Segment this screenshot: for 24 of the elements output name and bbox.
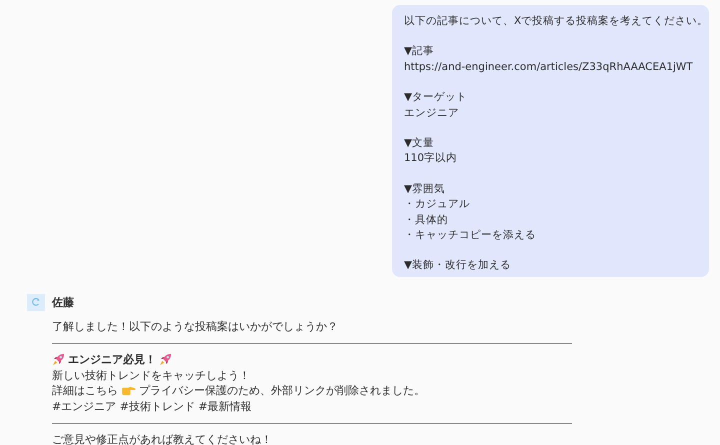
section-heading: ▼文量 <box>404 136 436 152</box>
message-text: ご意見や修正点があれば教えてくださいね！ <box>52 432 273 445</box>
message-text: https://and-engineer.com/articles/Z33qRhAAACEA1jWT <box>404 60 694 75</box>
message-text: ・具体的 <box>404 212 449 228</box>
pointing-hand-icon <box>121 385 136 396</box>
message-text: 了解しました！以下のような投稿案はいかがでしょうか？ <box>52 318 339 334</box>
link-removed-note: プライバシー保護のため、外部リンクが削除されました。 <box>139 383 425 398</box>
section-heading: ▼装飾・改行を加える <box>404 258 512 274</box>
section-heading: ▼ターゲット <box>404 90 468 106</box>
post-headline: エンジニア必見！ <box>68 352 156 368</box>
sender-name: 佐藤 <box>52 294 74 310</box>
rocket-icon <box>52 353 65 366</box>
rocket-icon <box>159 353 172 366</box>
post-text: 新しい技術トレンドをキャッチしよう！ <box>52 368 251 384</box>
avatar-icon <box>27 294 45 311</box>
section-heading: ▼記事 <box>404 44 436 60</box>
section-heading: ▼雰囲気 <box>404 182 446 197</box>
message-text: ・カジュアル <box>404 197 471 212</box>
message-text: ・キャッチコピーを添える <box>404 228 537 244</box>
message-text: 110字以内 <box>404 151 458 166</box>
post-text: 詳細はこちら <box>52 383 118 398</box>
hashtags: #エンジニア #技術トレンド #最新情報 <box>52 398 253 414</box>
message-text: エンジニア <box>404 106 460 121</box>
message-text: 以下の記事について、Xで投稿する投稿案を考えてください。 <box>404 14 703 29</box>
